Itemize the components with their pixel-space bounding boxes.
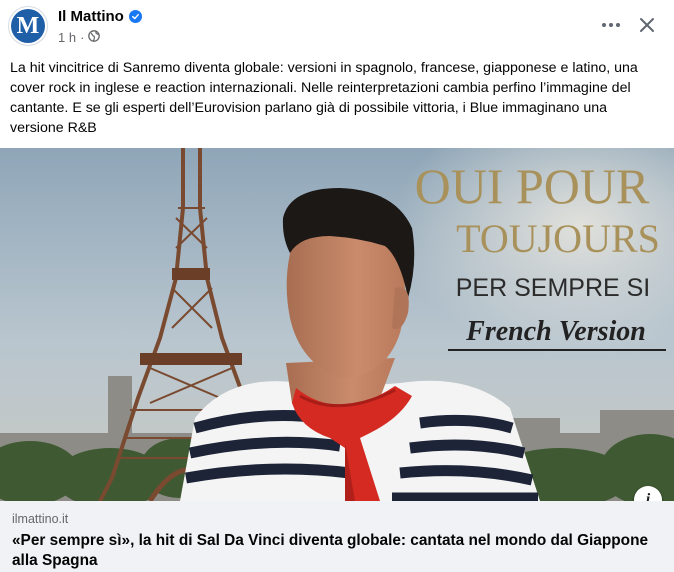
overlay-line-2: TOUJOURS [456,216,660,261]
more-dots-icon [602,23,620,27]
close-icon [640,18,654,32]
post-time[interactable]: 1 h [58,30,76,45]
il-mattino-logo: M [11,9,45,43]
post-image[interactable]: OUI POUR TOUJOURS PER SEMPRE SI French V… [0,148,674,501]
page-avatar[interactable]: M [8,6,48,46]
page-name[interactable]: Il Mattino [58,8,124,25]
link-domain: ilmattino.it [12,512,69,526]
overlay-line-4: French Version [465,316,646,347]
link-preview[interactable]: ilmattino.it «Per sempre sì», la hit di … [0,501,674,572]
overlay-line-3: PER SEMPRE SI [456,274,651,302]
more-options-button[interactable] [596,10,626,40]
post-header: M Il Mattino 1 h · [0,0,674,52]
verified-badge-icon [128,10,142,23]
overlay-line-1: OUI POUR [415,158,650,214]
meta-separator: · [80,30,85,45]
post-meta: 1 h · [58,30,101,45]
link-title[interactable]: «Per sempre sì», la hit di Sal Da Vinci … [12,531,652,571]
globe-icon[interactable] [88,30,101,45]
post-text: La hit vincitrice di Sanremo diventa glo… [10,60,638,136]
close-button[interactable] [632,10,662,40]
page-name-row: Il Mattino [58,8,142,25]
